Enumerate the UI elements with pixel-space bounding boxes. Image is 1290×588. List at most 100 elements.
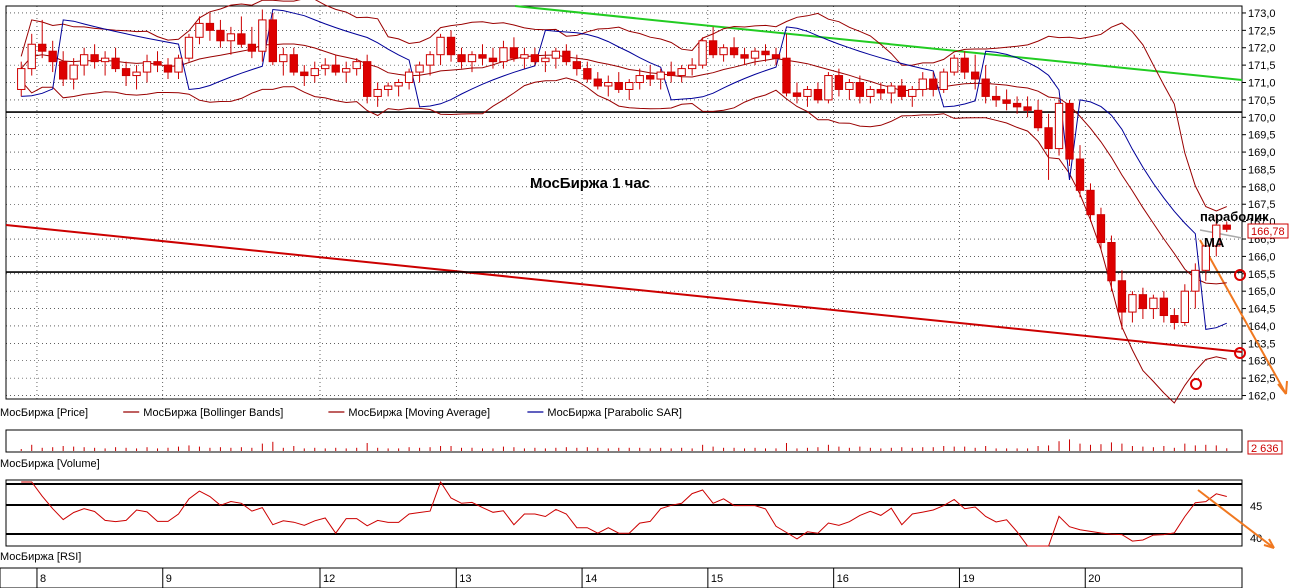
candle-body-up bbox=[824, 75, 833, 101]
candle-body-down bbox=[111, 57, 120, 70]
price-y-tick-label: 172,0 bbox=[1248, 43, 1276, 55]
x-axis-day-label: 8 bbox=[40, 573, 46, 585]
price-y-tick-label: 165,5 bbox=[1248, 269, 1276, 281]
candle-body-up bbox=[132, 71, 141, 77]
candle-body-down bbox=[960, 57, 969, 73]
candle-body-down bbox=[991, 95, 1001, 101]
candle-body-down bbox=[300, 71, 309, 77]
candle-body-down bbox=[1023, 106, 1032, 111]
candle-body-up bbox=[866, 88, 875, 97]
candle bbox=[1054, 99, 1064, 156]
chart-title: МосБиржа 1 час bbox=[530, 175, 650, 192]
price-y-tick-label: 171,0 bbox=[1248, 78, 1276, 90]
candle-body-down bbox=[1012, 102, 1022, 108]
last-price-label: 166,78 bbox=[1251, 226, 1285, 238]
candle-body-down bbox=[583, 68, 592, 80]
candle-body-up bbox=[258, 19, 267, 52]
rsi-tick-45: 45 bbox=[1250, 501, 1262, 513]
candle-body-up bbox=[383, 85, 393, 90]
candle-body-up bbox=[677, 68, 686, 77]
candle-body-down bbox=[1033, 109, 1043, 129]
candle-body-down bbox=[48, 50, 57, 63]
candle-body-down bbox=[268, 19, 277, 63]
candle-body-up bbox=[887, 85, 896, 94]
legend-item: МосБиржа [Moving Average] bbox=[328, 407, 490, 419]
candle-body-up bbox=[719, 47, 728, 56]
candle-body-down bbox=[929, 78, 938, 90]
candle-body-down bbox=[363, 61, 372, 97]
x-axis-day-label: 14 bbox=[585, 573, 597, 585]
candle-body-up bbox=[520, 54, 529, 59]
candle-body-down bbox=[708, 40, 718, 56]
candle-body-down bbox=[1138, 294, 1148, 310]
candle-body-up bbox=[195, 22, 204, 38]
annotation-parabolic: параболик bbox=[1200, 209, 1269, 224]
candle-body-down bbox=[247, 43, 257, 52]
x-axis-day-label: 20 bbox=[1088, 573, 1100, 585]
x-axis-day-label: 16 bbox=[837, 573, 849, 585]
candle-body-up bbox=[310, 68, 319, 77]
price-y-tick-label: 170,5 bbox=[1248, 95, 1276, 107]
candle-body-down bbox=[1117, 280, 1127, 313]
candle-body-down bbox=[792, 92, 802, 97]
candle-body-down bbox=[813, 88, 823, 101]
candle-body-up bbox=[845, 82, 854, 90]
volume-panel-title: МосБиржа [Volume] bbox=[0, 458, 100, 470]
candle-body-up bbox=[352, 61, 361, 70]
price-y-tick-label: 168,0 bbox=[1248, 182, 1276, 194]
candle-body-up bbox=[425, 54, 435, 66]
candle-body-down bbox=[1107, 241, 1116, 282]
candle-body-down bbox=[1002, 99, 1011, 104]
volume-last-label: 2 636 bbox=[1251, 443, 1279, 455]
candle-body-up bbox=[908, 88, 917, 97]
candle-body-down bbox=[153, 61, 162, 66]
candle-body-down bbox=[237, 33, 246, 45]
candle-body-down bbox=[1170, 315, 1179, 323]
candle-body-up bbox=[551, 50, 561, 59]
candle-body-down bbox=[121, 68, 131, 77]
candle bbox=[184, 33, 194, 62]
legend-label: МосБиржа [Moving Average] bbox=[348, 407, 490, 419]
candle bbox=[824, 72, 833, 104]
legend-label: МосБиржа [Price] bbox=[0, 407, 88, 419]
candle-body-up bbox=[17, 68, 26, 90]
candle-body-down bbox=[488, 57, 498, 63]
candle-body-up bbox=[467, 54, 477, 63]
candle-body-down bbox=[667, 71, 676, 77]
candle-body-up bbox=[803, 88, 812, 97]
legend-item: МосБиржа [Parabolic SAR] bbox=[527, 407, 682, 419]
candle-body-up bbox=[918, 78, 927, 90]
candle-body-down bbox=[971, 71, 980, 80]
candle-body-up bbox=[415, 64, 424, 73]
candle-body-up bbox=[100, 57, 110, 63]
candle-body-up bbox=[69, 64, 78, 80]
price-y-tick-label: 162,5 bbox=[1248, 373, 1276, 385]
candle bbox=[950, 54, 959, 76]
candle-body-up bbox=[342, 68, 351, 73]
candle-body-down bbox=[478, 54, 487, 59]
candle-body-down bbox=[897, 85, 906, 97]
price-y-tick-label: 164,0 bbox=[1248, 321, 1276, 333]
price-y-tick-label: 170,0 bbox=[1248, 112, 1276, 124]
candle-body-up bbox=[625, 82, 634, 90]
candle-body-up bbox=[1054, 102, 1064, 150]
candle-body-up bbox=[373, 88, 382, 97]
candle-body-up bbox=[750, 50, 760, 59]
candle-body-up bbox=[174, 57, 183, 73]
candle-body-up bbox=[541, 57, 550, 63]
candle-body-up bbox=[1128, 294, 1137, 313]
candle-body-down bbox=[614, 82, 623, 90]
candle-body-down bbox=[205, 22, 215, 31]
price-y-tick-label: 173,0 bbox=[1248, 8, 1276, 20]
candle-body-up bbox=[656, 71, 665, 80]
candle-body-up bbox=[1180, 290, 1189, 323]
candle-body-down bbox=[771, 54, 781, 59]
candle-body-up bbox=[321, 64, 330, 70]
candle bbox=[363, 54, 372, 104]
candle-body-down bbox=[1065, 102, 1074, 160]
candle-body-down bbox=[216, 29, 225, 42]
candle-body-up bbox=[226, 33, 236, 42]
candle-body-down bbox=[646, 75, 655, 80]
candle-body-down bbox=[59, 61, 68, 80]
candle-body-down bbox=[855, 82, 865, 97]
